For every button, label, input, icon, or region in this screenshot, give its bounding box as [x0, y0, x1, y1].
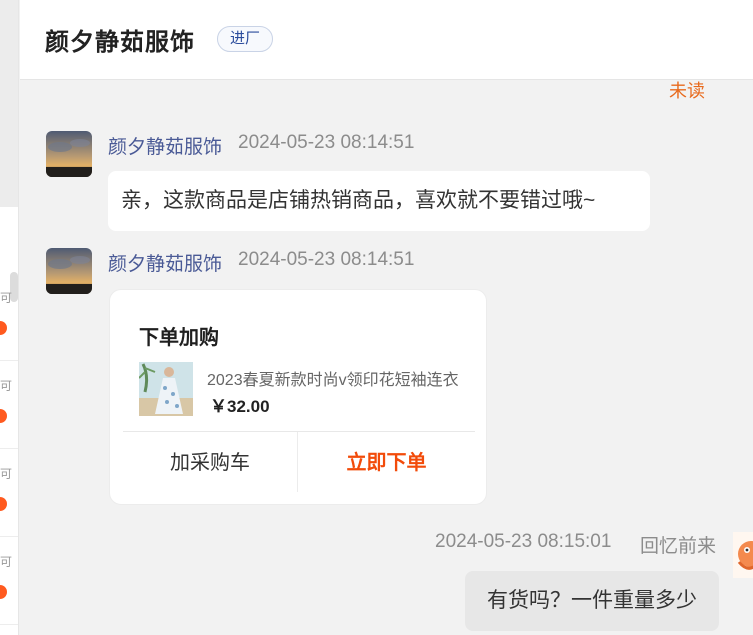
dress-product-icon: [139, 362, 193, 416]
conversation-snippet: 可: [0, 379, 13, 393]
chat-header: 颜夕静茹服饰 进厂: [20, 0, 753, 80]
chat-window: 可 可 可 可 颜夕静茹服饰 进厂 未读 颜夕静茹服饰 2024-05-23 0…: [0, 0, 753, 635]
conversation-item[interactable]: 可: [0, 361, 18, 449]
conversation-list: 可 可 可 可: [0, 0, 19, 635]
card-title: 下单加购: [139, 327, 219, 349]
conversation-item[interactable]: 可: [0, 273, 18, 361]
product-thumbnail[interactable]: [139, 362, 193, 416]
cartoon-avatar-icon: [733, 532, 753, 578]
shop-avatar[interactable]: [46, 248, 92, 294]
message-bubble: 有货吗？一件重量多少: [465, 571, 719, 631]
message-time: 2024-05-23 08:15:01: [435, 531, 612, 552]
order-card: 下单加购 2023春夏新款时尚v领印花短袖连衣裙 ￥32.00 加采购车 立即下…: [109, 289, 487, 505]
unread-dot: [0, 321, 7, 335]
sunset-avatar-icon: [46, 248, 92, 294]
factory-badge[interactable]: 进厂: [217, 26, 274, 52]
sender-name: 颜夕静茹服饰: [108, 137, 223, 158]
shop-name[interactable]: 颜夕静茹服饰: [45, 22, 195, 57]
conversation-list-selected[interactable]: [0, 0, 18, 207]
conversation-snippet: 可: [0, 555, 13, 569]
unread-dot: [0, 409, 7, 423]
message-time: 2024-05-23 08:14:51: [238, 132, 415, 153]
read-status: 未读: [669, 81, 705, 101]
sunset-avatar-icon: [46, 131, 92, 177]
conversation-snippet: 可: [0, 291, 13, 305]
sender-name: 颜夕静茹服饰: [108, 254, 223, 275]
shop-avatar[interactable]: [46, 131, 92, 177]
card-divider: [123, 431, 475, 432]
message-time: 2024-05-23 08:14:51: [238, 249, 415, 270]
buy-now-button[interactable]: 立即下单: [298, 438, 475, 488]
unread-dot: [0, 497, 7, 511]
conversation-snippet: 可: [0, 467, 13, 481]
user-avatar[interactable]: [733, 532, 753, 578]
message-bubble: 亲，这款商品是店铺热销商品，喜欢就不要错过哦~: [108, 171, 650, 231]
conversation-item[interactable]: 可: [0, 537, 18, 625]
conversation-item[interactable]: 可: [0, 449, 18, 537]
add-to-cart-button[interactable]: 加采购车: [123, 438, 297, 488]
unread-dot: [0, 585, 7, 599]
product-price: ￥32.00: [210, 397, 270, 416]
sender-name: 回忆前来: [640, 536, 717, 557]
product-name[interactable]: 2023春夏新款时尚v领印花短袖连衣裙: [207, 366, 459, 390]
